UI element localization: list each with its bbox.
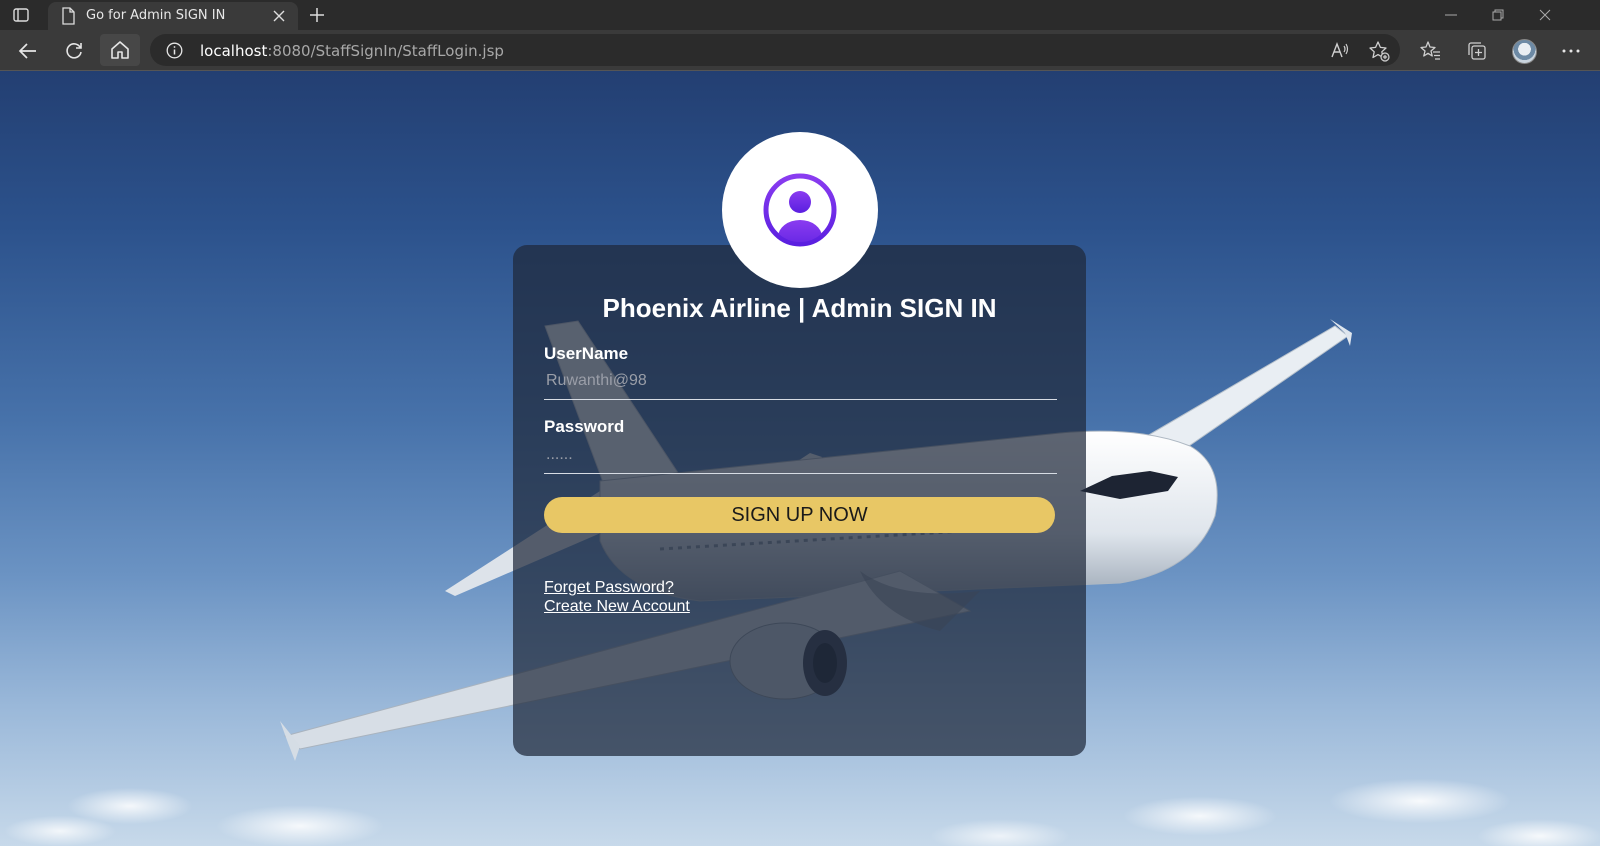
profile-avatar[interactable] [1512, 39, 1537, 64]
url-host: localhost [200, 42, 268, 60]
close-window-icon[interactable] [1537, 7, 1553, 23]
address-input[interactable]: localhost:8080/StaffSignIn/StaffLogin.js… [150, 34, 1400, 66]
url-path: :8080/StaffSignIn/StaffLogin.jsp [267, 42, 504, 60]
tab-title: Go for Admin SIGN IN [86, 8, 226, 23]
refresh-icon[interactable] [63, 40, 85, 62]
username-field[interactable] [544, 362, 1057, 400]
username-label: UserName [544, 344, 629, 363]
sign-up-button[interactable]: SIGN UP NOW [544, 497, 1055, 533]
user-profile-icon [763, 173, 837, 247]
add-favorite-icon[interactable] [1368, 40, 1390, 62]
user-avatar-badge [722, 132, 878, 288]
back-arrow-icon[interactable] [17, 40, 39, 62]
more-options-icon[interactable] [1560, 40, 1582, 62]
page-background: Phoenix Airline | Admin SIGN IN UserName… [0, 71, 1600, 846]
page-icon [62, 7, 75, 25]
url-text: localhost:8080/StaffSignIn/StaffLogin.js… [200, 42, 504, 60]
close-icon[interactable] [272, 9, 286, 23]
create-account-link[interactable]: Create New Account [544, 598, 690, 616]
browser-tab-bar: Go for Admin SIGN IN [0, 0, 1600, 30]
read-aloud-icon[interactable] [1330, 40, 1350, 60]
browser-tab[interactable]: Go for Admin SIGN IN [48, 2, 298, 30]
tab-actions-icon[interactable] [12, 6, 30, 24]
password-label: Password [544, 417, 625, 436]
new-tab-icon[interactable] [308, 6, 326, 24]
password-input[interactable] [544, 436, 1057, 473]
favorites-icon[interactable] [1419, 40, 1441, 62]
username-input[interactable] [544, 362, 1057, 399]
restore-icon[interactable] [1490, 7, 1506, 23]
info-icon[interactable] [166, 42, 183, 59]
collections-icon[interactable] [1466, 40, 1488, 62]
minimize-icon[interactable] [1443, 7, 1459, 23]
browser-address-bar: localhost:8080/StaffSignIn/StaffLogin.js… [0, 30, 1600, 71]
login-card: Phoenix Airline | Admin SIGN IN UserName… [513, 245, 1086, 756]
home-icon [111, 41, 129, 59]
page-title: Phoenix Airline | Admin SIGN IN [602, 293, 997, 323]
forgot-password-link[interactable]: Forget Password? [544, 579, 674, 597]
password-field[interactable] [544, 436, 1057, 474]
home-button[interactable] [100, 34, 140, 66]
